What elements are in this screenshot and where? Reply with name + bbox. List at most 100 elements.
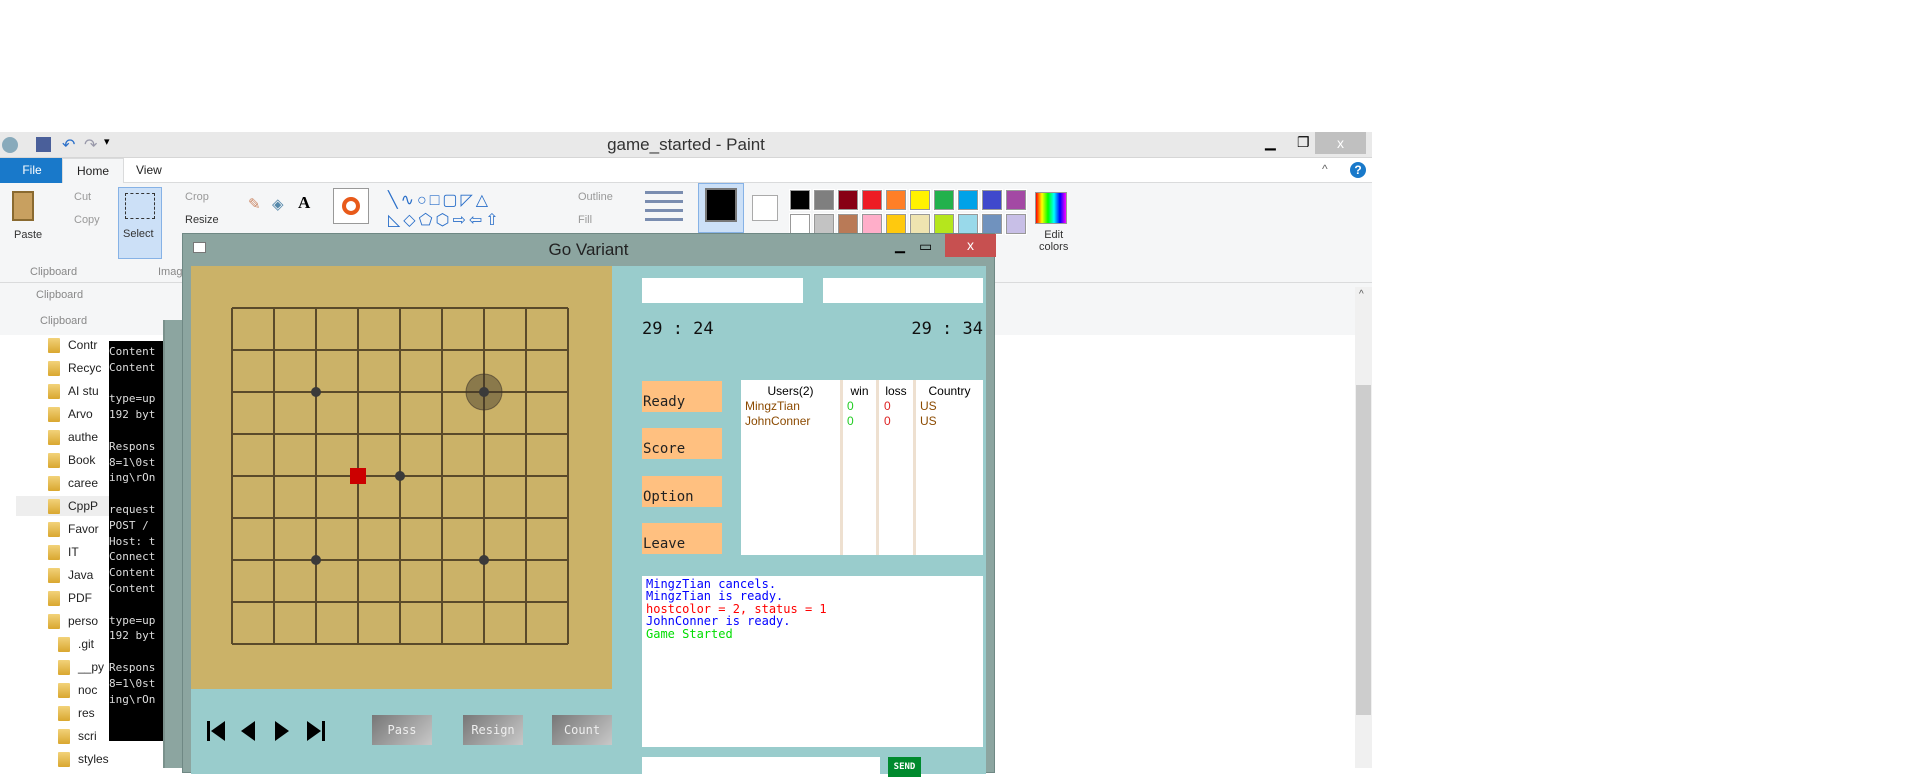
tree-item[interactable]: __py [58,657,104,677]
palette-swatch[interactable] [813,213,835,235]
player2-timer: 29 : 34 [911,319,983,339]
tree-item[interactable]: res [58,703,95,723]
outline-button[interactable]: Outline [578,191,613,203]
pass-button[interactable]: Pass [372,715,432,745]
message-log: MingzTian cancels. MingzTian is ready. hos… [642,576,983,747]
tree-item-label: styles [78,752,109,766]
tab-file[interactable]: File [0,158,64,183]
go-close-button[interactable]: x [945,234,996,257]
palette-swatch[interactable] [837,213,859,235]
palette-swatch[interactable] [789,213,811,235]
paste-button[interactable]: Paste [14,229,42,241]
text-tool-icon[interactable]: A [298,193,310,213]
select-button[interactable]: Select [118,187,162,259]
palette-swatch[interactable] [861,189,883,211]
previous-move-button[interactable] [241,721,255,741]
tree-item[interactable]: perso [48,611,98,631]
maximize-button[interactable]: ❐ [1297,134,1310,151]
tree-item[interactable]: styles [58,749,109,769]
tree-item[interactable]: authe [48,427,98,447]
color2-button[interactable] [752,195,778,221]
go-client-area: Pass Resign Count 29 : 24 29 : 34 Ready … [191,266,986,777]
folder-icon [58,752,70,768]
palette-swatch[interactable] [885,189,907,211]
palette-swatch[interactable] [861,213,883,235]
chat-input[interactable] [642,757,880,777]
go-minimize-button[interactable]: ▁ [895,238,905,254]
palette-swatch[interactable] [1005,189,1027,211]
folder-icon [48,476,60,492]
leave-button[interactable]: Leave [642,523,722,554]
tree-item[interactable]: Java [48,565,93,585]
edit-colors-button[interactable]: Edit colors [1039,229,1068,253]
collapse-ribbon-icon[interactable]: ^ [1322,162,1328,176]
tab-home[interactable]: Home [62,158,125,183]
score-button[interactable]: Score [642,428,722,459]
ready-button[interactable]: Ready [642,381,722,412]
tree-item[interactable]: Favor [48,519,99,539]
palette-swatch[interactable] [837,189,859,211]
first-move-button[interactable] [207,721,225,741]
minimize-button[interactable]: ▁ [1265,134,1276,151]
cut-button[interactable]: Cut [74,191,91,203]
tree-item[interactable]: Recyc [48,358,101,378]
star-point [479,387,489,397]
scroll-up-icon[interactable]: ^ [1359,289,1364,300]
palette-swatch[interactable] [1005,213,1027,235]
palette-swatch[interactable] [909,213,931,235]
edit-colors-icon[interactable] [1035,192,1067,224]
vertical-scrollbar[interactable]: ^ [1355,287,1372,768]
paste-icon[interactable] [12,191,34,221]
tree-item[interactable]: Book [48,450,95,470]
palette-swatch[interactable] [909,189,931,211]
resign-button[interactable]: Resign [463,715,523,745]
shapes-gallery[interactable]: ╲∿○□▢◸△ ◺◇⬠⬡⇨⇦⇧ [388,191,540,235]
fill-button[interactable]: Fill [578,214,592,226]
palette-swatch[interactable] [813,189,835,211]
go-maximize-button[interactable]: ▭ [919,238,932,255]
last-move-button[interactable] [307,721,325,741]
fill-bucket-icon[interactable]: ◈ [272,195,284,213]
help-icon[interactable]: ? [1350,162,1366,178]
player1-name-field[interactable] [642,278,803,303]
console-line: Content [109,581,156,595]
go-board-grid[interactable] [191,266,612,689]
tree-item-label: Favor [68,522,99,536]
tree-item[interactable]: .git [58,634,94,654]
copy-button[interactable]: Copy [74,214,100,226]
tree-item[interactable]: Arvo [48,404,93,424]
palette-swatch[interactable] [933,213,955,235]
tree-item[interactable]: noc [58,680,97,700]
palette-swatch[interactable] [981,189,1003,211]
pencil-icon[interactable]: ✎ [248,195,261,213]
tree-item[interactable]: Contr [48,335,97,355]
tree-item[interactable]: caree [48,473,98,493]
palette-swatch[interactable] [933,189,955,211]
tree-item[interactable]: scri [58,726,97,746]
crop-button[interactable]: Crop [185,191,209,203]
next-move-button[interactable] [275,721,289,741]
send-button[interactable]: SEND [888,757,921,777]
size-icon[interactable] [645,191,683,223]
folder-icon [58,660,70,676]
count-button[interactable]: Count [552,715,612,745]
brushes-icon[interactable] [333,188,369,224]
player2-name-field[interactable] [823,278,983,303]
tab-view[interactable]: View [122,158,176,183]
palette-swatch[interactable] [885,213,907,235]
tree-item[interactable]: PDF [48,588,92,608]
tree-item[interactable]: IT [48,542,79,562]
close-button[interactable]: x [1315,132,1366,154]
palette-swatch[interactable] [957,213,979,235]
palette-swatch[interactable] [789,189,811,211]
tree-item[interactable]: CppP [16,496,116,516]
palette-swatch[interactable] [981,213,1003,235]
resize-button[interactable]: Resize [185,214,219,226]
tree-item[interactable]: AI stu [48,381,99,401]
palette-swatch[interactable] [957,189,979,211]
paint-title-bar: ↶ ↷ ▾ game_started - Paint ▁ ❐ x [0,132,1372,158]
go-board[interactable] [191,266,612,689]
color1-button[interactable] [698,183,744,233]
option-button[interactable]: Option [642,476,722,507]
scrollbar-thumb[interactable] [1356,385,1371,715]
